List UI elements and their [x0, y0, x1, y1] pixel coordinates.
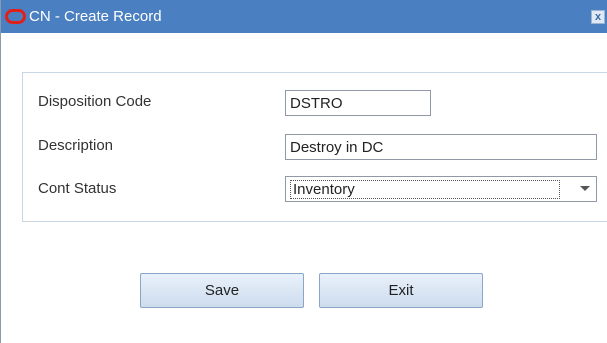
cont-status-selected-value: Inventory [290, 179, 560, 199]
cont-status-label: Cont Status [38, 180, 117, 197]
disposition-code-label: Disposition Code [38, 93, 152, 110]
oracle-logo-icon [5, 9, 26, 24]
cont-status-select[interactable]: Inventory [285, 176, 597, 202]
title-bar: CN - Create Record x [1, 0, 607, 33]
exit-button[interactable]: Exit [319, 273, 483, 308]
save-button[interactable]: Save [140, 273, 304, 308]
window-title: CN - Create Record [29, 8, 162, 25]
description-label: Description [38, 137, 114, 154]
chevron-down-icon[interactable] [580, 186, 590, 191]
create-record-dialog: CN - Create Record x Disposition Code De… [0, 0, 607, 343]
description-input[interactable] [285, 134, 597, 160]
disposition-code-input[interactable] [285, 90, 431, 116]
close-icon[interactable]: x [591, 10, 605, 24]
